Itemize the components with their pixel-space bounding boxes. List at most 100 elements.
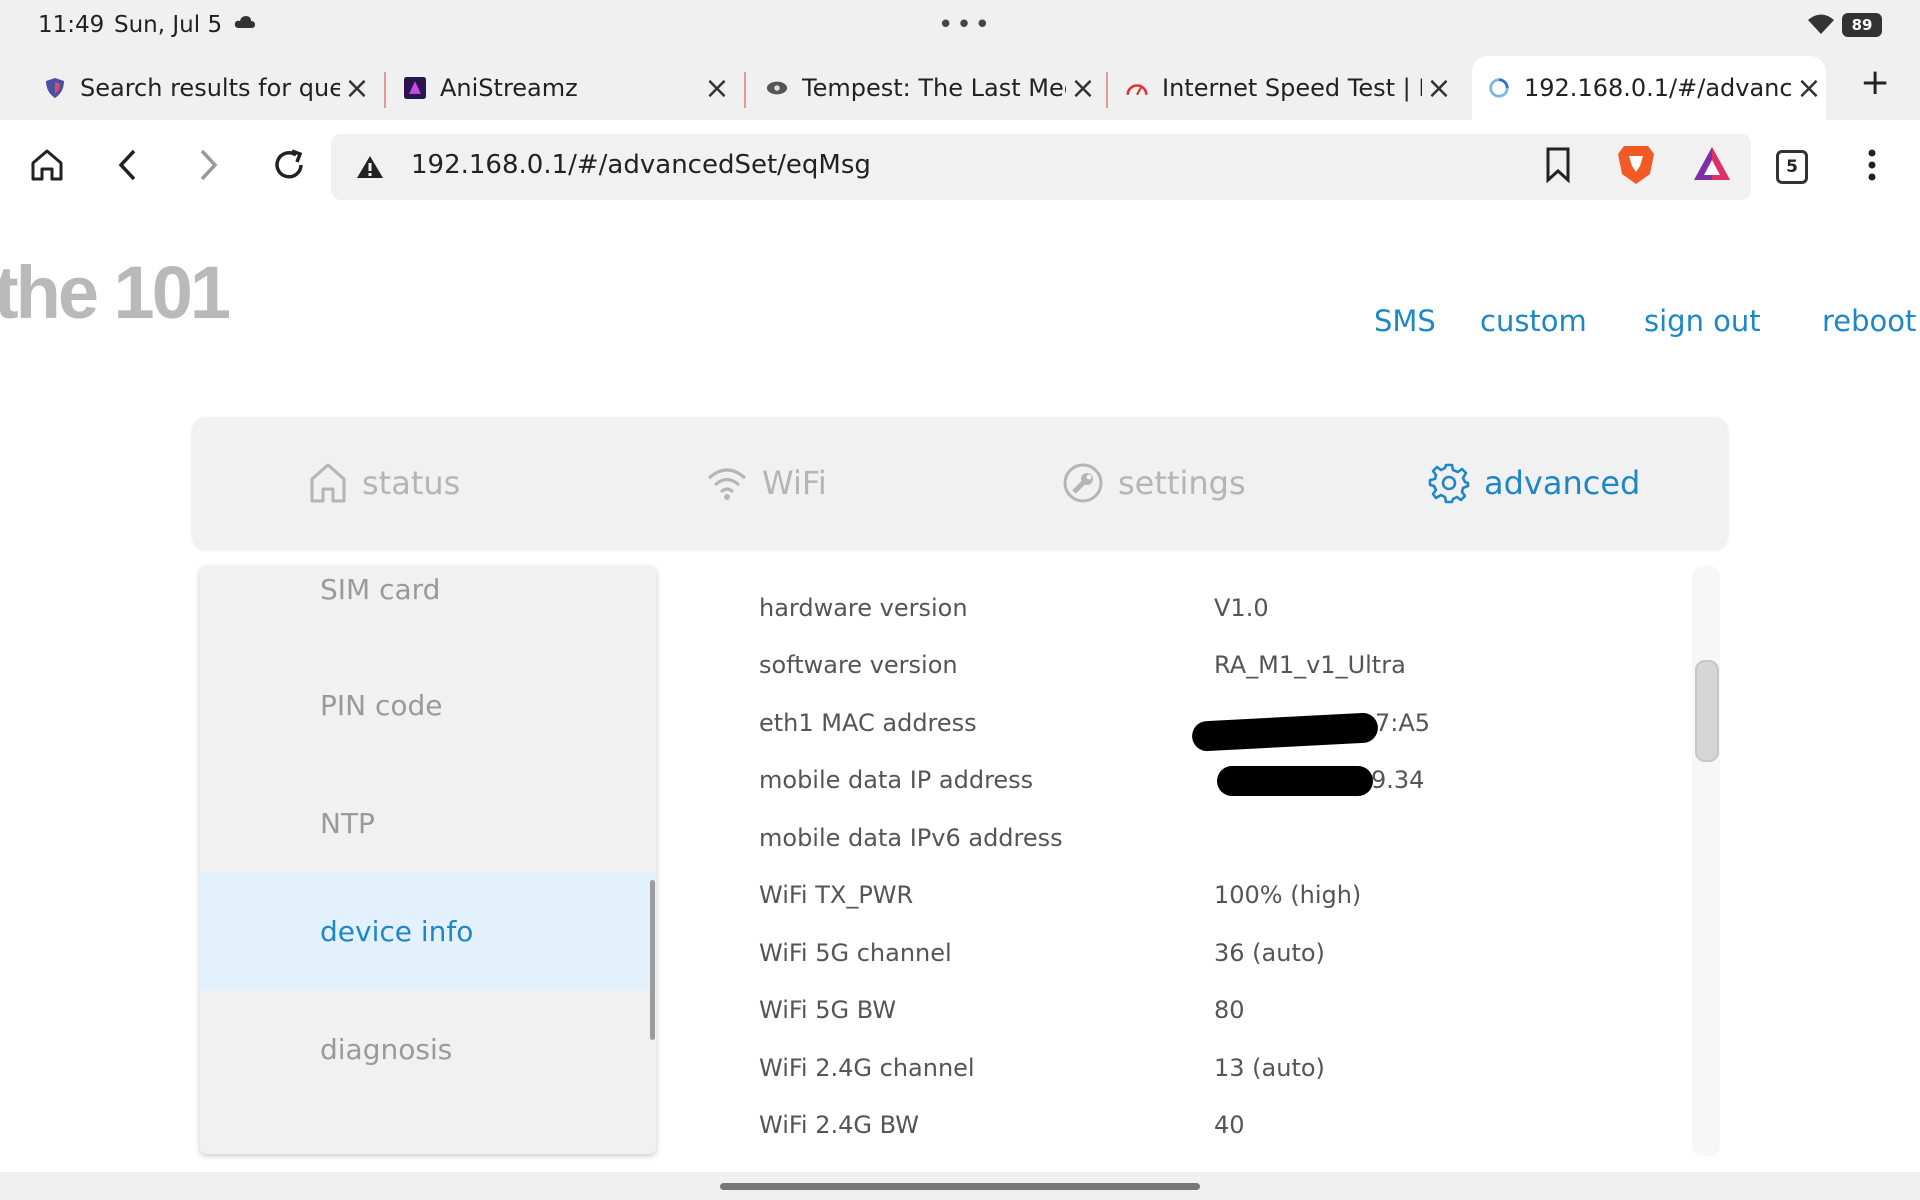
close-icon[interactable]: × <box>700 71 734 106</box>
reboot-link[interactable]: reboot <box>1822 304 1916 338</box>
nav-label: status <box>362 464 461 502</box>
content-scrollbar-thumb[interactable] <box>1695 660 1719 762</box>
home-icon[interactable] <box>28 146 66 188</box>
more-dots-icon[interactable]: ••• <box>938 10 993 40</box>
table-row: WiFi 2.4G channel 13 (auto) <box>759 1048 1459 1088</box>
date: Sun, Jul 5 <box>114 12 223 38</box>
bookmark-icon[interactable] <box>1544 146 1572 188</box>
logo: the 101 <box>0 251 231 334</box>
tab-anistreamz[interactable]: AniStreamz × <box>404 56 734 120</box>
speedometer-icon <box>1126 77 1148 99</box>
menu-item-sim-card[interactable]: SIM card <box>200 566 656 648</box>
gear-icon <box>1428 462 1470 504</box>
info-value: 7:A5 <box>1375 709 1431 737</box>
menu-item-ntp[interactable]: NTP <box>200 764 656 882</box>
menu-dots-icon[interactable] <box>1862 146 1882 188</box>
info-key: WiFi TX_PWR <box>759 881 914 909</box>
tab-divider <box>744 72 746 108</box>
table-row: mobile data IP address 9.34 <box>759 760 1459 800</box>
close-icon[interactable]: × <box>1066 71 1100 106</box>
table-row: hardware version V1.0 <box>759 588 1459 628</box>
info-key: eth1 MAC address <box>759 709 977 737</box>
tab-title: Search results for query: <box>80 74 340 102</box>
tab-title: 192.168.0.1/#/advanced <box>1524 74 1792 102</box>
main-nav: status WiFi settings advanced <box>192 417 1728 549</box>
info-key: WiFi 2.4G BW <box>759 1111 919 1139</box>
tab-strip: Search results for query: × AniStreamz ×… <box>0 52 1920 120</box>
tab-title: AniStreamz <box>440 74 578 102</box>
shield-icon <box>44 77 66 99</box>
info-key: WiFi 5G BW <box>759 996 897 1024</box>
info-value: 100% (high) <box>1214 881 1362 909</box>
close-icon[interactable]: × <box>1792 71 1826 106</box>
tab-router-admin[interactable]: 192.168.0.1/#/advanced × <box>1472 56 1826 120</box>
menu-item-diagnosis[interactable]: diagnosis <box>200 990 656 1108</box>
info-value: 40 <box>1214 1111 1245 1139</box>
back-arrow-icon[interactable] <box>112 146 144 188</box>
custom-link[interactable]: custom <box>1480 304 1587 338</box>
info-key: mobile data IPv6 address <box>759 824 1063 852</box>
tab-divider <box>1106 72 1108 108</box>
close-icon[interactable]: × <box>340 71 374 106</box>
info-value: V1.0 <box>1214 594 1269 622</box>
table-row: WiFi 2.4G BW 40 <box>759 1105 1459 1145</box>
tab-divider <box>384 72 386 108</box>
cloud-icon <box>234 14 256 34</box>
home-icon <box>308 461 348 505</box>
nav-advanced[interactable]: advanced <box>1428 457 1640 509</box>
info-value: 80 <box>1214 996 1245 1024</box>
url-text[interactable]: 192.168.0.1/#/advancedSet/eqMsg <box>411 150 871 180</box>
redaction-mark <box>1191 712 1379 752</box>
gear-cog-icon <box>766 77 788 99</box>
table-row: WiFi TX_PWR 100% (high) <box>759 875 1459 915</box>
clock: 11:49 <box>38 12 105 38</box>
tab-title: Internet Speed Test | Fas <box>1162 74 1422 102</box>
menu-item-device-info[interactable]: device info <box>200 872 656 990</box>
tab-speed-test[interactable]: Internet Speed Test | Fas × <box>1126 56 1456 120</box>
tab-title: Tempest: The Last Mec <box>802 74 1066 102</box>
system-status-bar: 11:49 Sun, Jul 5 ••• 89 <box>0 0 1920 52</box>
address-bar[interactable]: 192.168.0.1/#/advancedSet/eqMsg <box>331 134 1751 200</box>
sign-out-link[interactable]: sign out <box>1644 304 1761 338</box>
info-key: hardware version <box>759 594 968 622</box>
info-value: 9.34 <box>1371 766 1425 794</box>
forward-arrow-icon[interactable] <box>192 146 224 188</box>
table-row: WiFi 5G BW 80 <box>759 990 1459 1030</box>
nav-settings[interactable]: settings <box>1062 457 1246 509</box>
close-icon[interactable]: × <box>1422 71 1456 106</box>
nav-status[interactable]: status <box>308 457 460 509</box>
info-key: software version <box>759 651 958 679</box>
menu-item-pin-code[interactable]: PIN code <box>200 646 656 764</box>
info-key: WiFi 5G channel <box>759 939 952 967</box>
tab-tempest[interactable]: Tempest: The Last Mec × <box>766 56 1100 120</box>
new-tab-button[interactable]: + <box>1860 62 1890 103</box>
redaction-mark <box>1217 766 1373 796</box>
brave-rewards-icon[interactable] <box>1692 144 1732 188</box>
battery-indicator: 89 <box>1842 13 1882 37</box>
loading-icon <box>1488 77 1510 99</box>
content-scroll-track[interactable] <box>1692 566 1720 1156</box>
anistreamz-icon <box>404 77 426 99</box>
tab-count-button[interactable]: 5 <box>1776 150 1808 184</box>
home-gesture-bar[interactable] <box>720 1183 1200 1190</box>
table-row: eth1 MAC address 7:A5 <box>759 703 1459 752</box>
brave-shield-icon[interactable] <box>1616 142 1656 190</box>
info-value: RA_M1_v1_Ultra <box>1214 651 1406 679</box>
side-menu-scrollbar[interactable] <box>650 880 655 1040</box>
warning-icon[interactable] <box>355 154 385 184</box>
sms-link[interactable]: SMS <box>1374 304 1436 338</box>
nav-wifi[interactable]: WiFi <box>706 457 827 509</box>
browser-toolbar: 192.168.0.1/#/advancedSet/eqMsg 5 <box>0 120 1920 216</box>
nav-label: advanced <box>1484 464 1641 502</box>
reload-icon[interactable] <box>270 146 308 188</box>
side-menu: SIM card PIN code NTP device info diagno… <box>200 566 656 1154</box>
info-key: mobile data IP address <box>759 766 1034 794</box>
info-key: WiFi 2.4G channel <box>759 1054 975 1082</box>
table-row: software version RA_M1_v1_Ultra <box>759 645 1459 685</box>
settings-icon <box>1062 462 1104 504</box>
wifi-signal-icon <box>1806 12 1836 40</box>
wifi-icon <box>706 465 748 501</box>
table-row: mobile data IPv6 address <box>759 818 1459 858</box>
tab-search-results[interactable]: Search results for query: × <box>44 56 374 120</box>
info-value: 36 (auto) <box>1214 939 1325 967</box>
